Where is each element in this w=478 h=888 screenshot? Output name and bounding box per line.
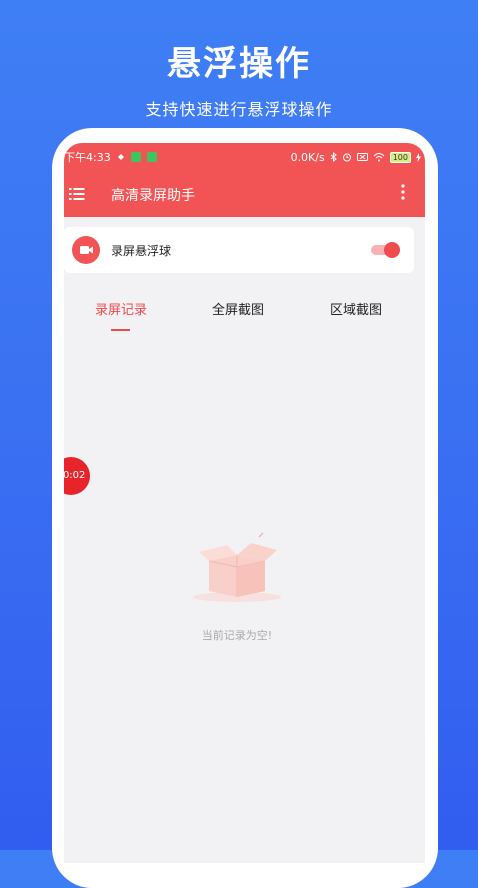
empty-state-text: 当前记录为空!: [201, 629, 273, 642]
video-camera-icon: [72, 236, 100, 264]
app-notification-icon: [146, 152, 157, 162]
charging-icon: [416, 152, 421, 162]
phone-side-button: [52, 254, 58, 350]
floating-record-ball[interactable]: 00:02: [64, 457, 90, 495]
tab-screen-records[interactable]: 录屏记录: [95, 299, 147, 318]
notification-icon: [117, 154, 124, 160]
floating-ball-setting-card: 录屏悬浮球: [64, 227, 414, 273]
network-speed: 0.0K/s: [290, 150, 325, 164]
tab-region-screenshots[interactable]: 区域截图: [330, 299, 382, 318]
sim-icon: [356, 153, 368, 161]
more-options-icon[interactable]: [401, 184, 405, 200]
floating-ball-toggle[interactable]: [371, 241, 401, 259]
wifi-icon: [373, 153, 385, 162]
menu-icon[interactable]: [69, 187, 85, 201]
app-toolbar: 高清录屏助手: [64, 171, 425, 217]
app-title: 高清录屏助手: [111, 188, 195, 204]
battery-indicator: 100: [389, 151, 411, 163]
phone-side-button: [432, 310, 438, 404]
active-tab-indicator: [111, 329, 130, 331]
status-bar: 下午4:33 0.0K/s 100: [64, 143, 425, 171]
status-time: 下午4:33: [64, 151, 111, 164]
app-screen: 下午4:33 0.0K/s 100 高清录屏助手 录屏悬浮球 录屏记录 全屏截图…: [64, 143, 425, 863]
alarm-icon: [342, 153, 351, 162]
bluetooth-icon: [330, 152, 337, 162]
empty-box-icon: [193, 532, 281, 602]
promo-headline: 悬浮操作: [167, 44, 311, 84]
floating-ball-label: 录屏悬浮球: [111, 244, 172, 258]
tab-fullscreen-screenshots[interactable]: 全屏截图: [212, 299, 264, 318]
record-tabs: 录屏记录 全屏截图 区域截图: [64, 293, 425, 333]
phone-side-button: [52, 368, 58, 426]
promo-subline: 支持快速进行悬浮球操作: [145, 100, 333, 119]
app-notification-icon: [130, 152, 141, 162]
